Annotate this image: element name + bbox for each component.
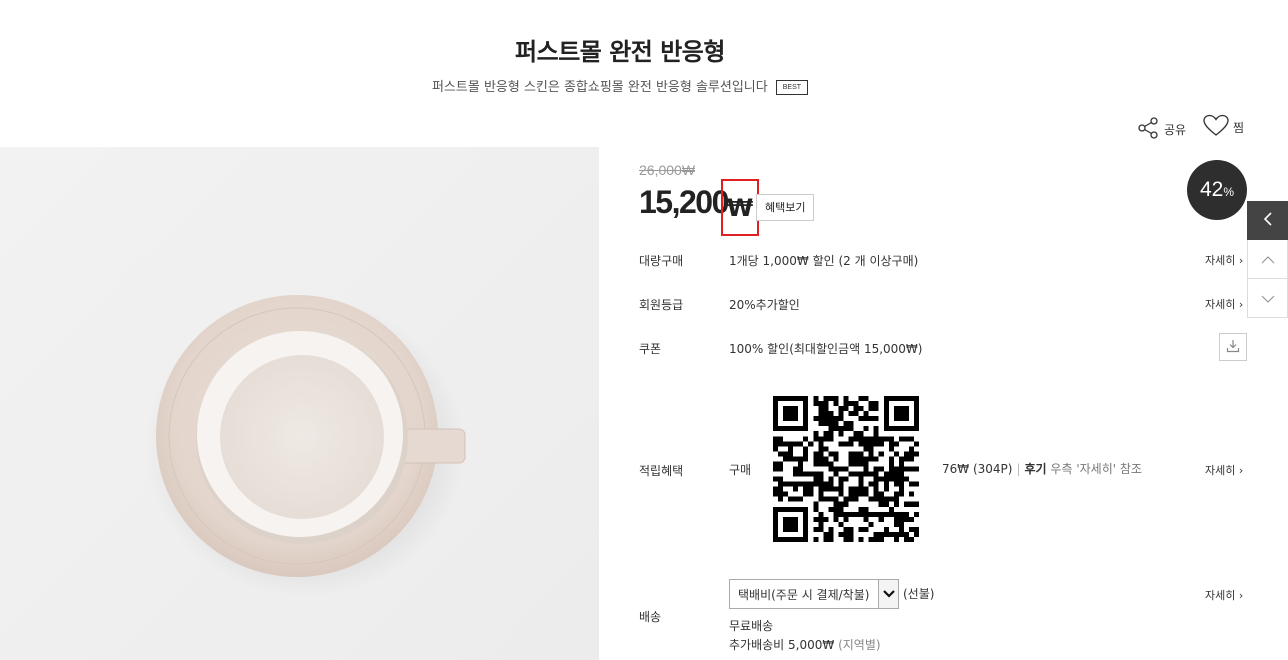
benefit-button[interactable]: 혜택보기 <box>756 194 815 221</box>
bulk-value: 1개당 1,000₩ 할인 (2 개 이상구매) <box>729 254 919 268</box>
shipping-extra: 추가배송비 5,000₩ (지역별) <box>729 636 881 653</box>
sale-price: 15,200 <box>639 184 729 220</box>
original-price: 26,000₩ <box>639 162 696 178</box>
wish-button[interactable]: 찜 <box>1203 114 1244 141</box>
chevron-up-icon <box>1261 250 1275 269</box>
points-separator: | <box>1016 462 1021 476</box>
review-label: 후기 <box>1024 462 1047 476</box>
qr-code <box>773 396 919 542</box>
chevron-down-icon <box>878 580 898 608</box>
points-detail-link[interactable]: 자세히 › <box>1205 462 1243 478</box>
page-title: 퍼스트몰 완전 반응형 <box>515 38 725 66</box>
best-badge: BEST <box>775 80 809 95</box>
shipping-label: 배송 <box>639 610 662 624</box>
shipping-extra-note: (지역별) <box>838 638 881 652</box>
discount-unit: % <box>1223 185 1235 199</box>
points-label: 적립혜택 <box>639 464 684 478</box>
member-label: 회원등급 <box>639 298 684 312</box>
download-icon <box>1226 338 1240 357</box>
scroll-top-button[interactable] <box>1247 240 1288 279</box>
bulk-label: 대량구매 <box>639 254 684 268</box>
currency-symbol: ₩ <box>721 179 759 236</box>
chevron-down-icon <box>1261 289 1275 308</box>
coupon-value: 100% 할인(최대할인금액 15,000₩) <box>729 342 923 356</box>
shipping-extra-label: 추가배송비 5,000₩ <box>729 638 835 652</box>
product-image[interactable] <box>0 147 599 660</box>
chevron-left-icon <box>1263 211 1273 230</box>
points-amount: 76₩ (304P) <box>942 462 1013 476</box>
side-collapse-button[interactable] <box>1247 201 1288 240</box>
points-purchase-label: 구매 <box>729 463 752 477</box>
page-subtitle: 퍼스트몰 반응형 스킨은 종합쇼핑몰 완전 반응형 솔루션입니다 BEST <box>0 76 1240 95</box>
share-icon <box>1136 116 1160 143</box>
member-detail-link[interactable]: 자세히 › <box>1205 296 1243 312</box>
coupon-download-button[interactable] <box>1219 333 1247 361</box>
points-info: 76₩ (304P) | 후기 우측 '자세히' 참조 <box>942 460 1142 477</box>
discount-percent: 42 <box>1199 178 1224 201</box>
side-quick-nav <box>1247 201 1288 318</box>
share-label: 공유 <box>1164 123 1187 137</box>
coupon-label: 쿠폰 <box>639 342 662 356</box>
share-button[interactable]: 공유 <box>1136 116 1186 143</box>
scroll-bottom-button[interactable] <box>1247 279 1288 318</box>
subtitle-text: 퍼스트몰 반응형 스킨은 종합쇼핑몰 완전 반응형 솔루션입니다 <box>431 80 768 95</box>
discount-badge: 42% <box>1187 160 1247 220</box>
review-note: 우측 '자세히' 참조 <box>1050 462 1142 476</box>
shipping-detail-link[interactable]: 자세히 › <box>1205 587 1243 603</box>
shipping-select[interactable]: 택배비(주문 시 결제/착불) <box>729 579 899 609</box>
shipping-free: 무료배송 <box>729 619 774 633</box>
bulk-detail-link[interactable]: 자세히 › <box>1205 252 1243 268</box>
member-value: 20%추가할인 <box>729 298 800 312</box>
wish-label: 찜 <box>1233 121 1245 135</box>
shipping-prepaid: (선불) <box>903 587 935 601</box>
heart-icon <box>1203 114 1229 141</box>
shipping-selected-option: 택배비(주문 시 결제/착불) <box>738 587 870 602</box>
